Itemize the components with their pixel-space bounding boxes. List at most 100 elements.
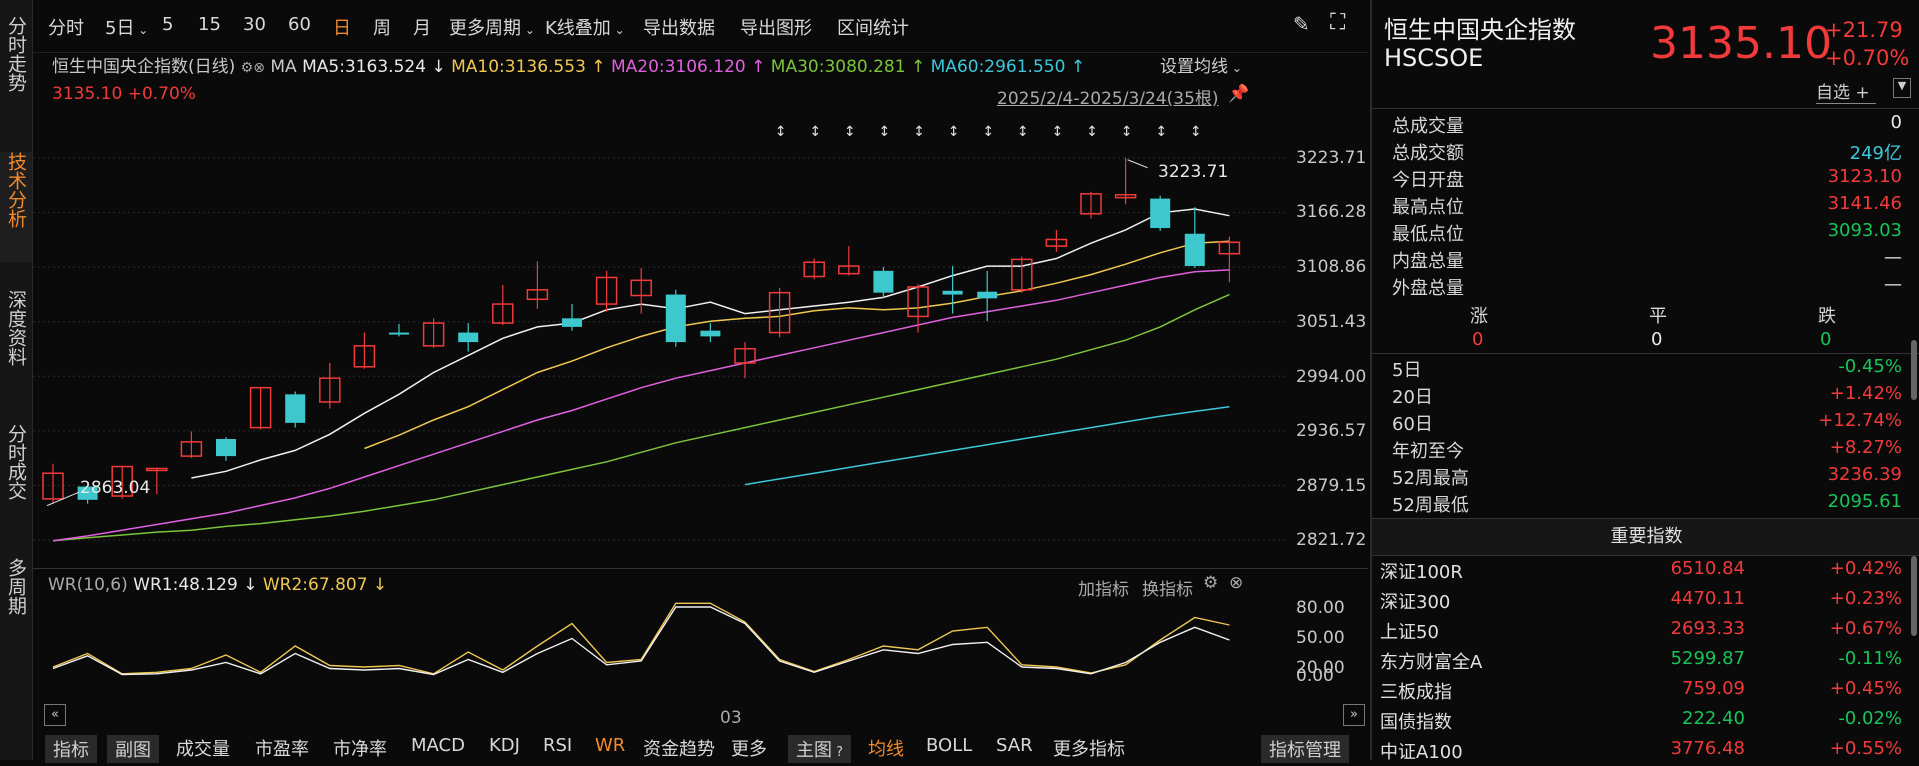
candle-body [873, 270, 894, 293]
candle-body [665, 294, 686, 343]
arrow-up-icon: ↑ [1065, 57, 1086, 77]
fav-dropdown-icon[interactable]: ▼ [1893, 78, 1911, 98]
perf-label: 52周最低 [1392, 495, 1469, 516]
tab-5min[interactable]: 5 [162, 14, 173, 35]
flat-label: 平 [1649, 306, 1667, 327]
signal-arrow-icon: ↕ [982, 124, 994, 140]
indicator-tab[interactable]: 指标 [45, 735, 97, 763]
tab-intraday[interactable]: 分时 [48, 14, 84, 40]
index-row-change: +0.45% [1829, 678, 1902, 699]
indicator-manage-button[interactable]: 指标管理 [1261, 735, 1349, 763]
index-row-change: +0.67% [1829, 618, 1902, 639]
stat-row: 今日开盘 3123.10 [1392, 166, 1902, 192]
sar-tab[interactable]: SAR [996, 735, 1033, 756]
tab-30min[interactable]: 30 [243, 14, 266, 35]
wr-chart[interactable] [33, 596, 1293, 696]
candle-body [977, 291, 998, 299]
add-favorite-button[interactable]: 自选 + [1816, 78, 1876, 104]
high-marker [1127, 159, 1148, 169]
boll-tab[interactable]: BOLL [926, 735, 972, 756]
index-row-price: 759.09 [1682, 678, 1745, 699]
wr-tab[interactable]: WR [595, 735, 625, 756]
nav-intraday-label: 分时走势 [5, 16, 27, 92]
signal-arrow-icon: ↕ [809, 124, 821, 140]
ma10-value: MA10:3136.553 [451, 57, 586, 77]
gear-icon[interactable]: ⚙ [241, 60, 254, 76]
tab-15min[interactable]: 15 [198, 14, 221, 35]
subchart-tab[interactable]: 副图 [107, 735, 159, 763]
ma-tab[interactable]: 均线 [868, 735, 904, 761]
index-row-name: 东方财富全A [1380, 652, 1483, 673]
signal-arrow-icon: ↕ [1190, 124, 1202, 140]
close-icon[interactable]: ⊗ [253, 60, 265, 76]
kdj-tab[interactable]: KDJ [489, 735, 520, 756]
signal-arrow-icon: ↕ [775, 124, 787, 140]
ma5-line [191, 208, 1230, 479]
export-data-button[interactable]: 导出数据 [643, 14, 715, 40]
scrollbar[interactable] [1911, 340, 1917, 400]
close-icon[interactable]: ⊗ [1229, 573, 1243, 593]
index-row[interactable]: 国债指数 222.40 -0.02% [1380, 708, 1910, 736]
stat-value: 3141.46 [1827, 193, 1902, 214]
nav-intraday[interactable]: 分时走势 [0, 16, 32, 126]
nav-multiperiod[interactable]: 多周期 [0, 558, 32, 643]
indicator-bar: 指标 副图 成交量 市盈率 市净率 MACD KDJ RSI WR 资金趋势 更… [33, 730, 1368, 763]
down-count: 0 [1820, 329, 1832, 350]
down-label: 跌 [1818, 306, 1836, 327]
perf-value: -0.45% [1838, 356, 1902, 377]
gear-icon[interactable]: ⚙ [1203, 573, 1218, 593]
tab-weekly[interactable]: 周 [373, 14, 391, 40]
index-row[interactable]: 三板成指 759.09 +0.45% [1380, 678, 1910, 706]
pb-tab[interactable]: 市净率 [333, 735, 387, 761]
pe-tab[interactable]: 市盈率 [255, 735, 309, 761]
nav-trades[interactable]: 分时成交 [0, 424, 32, 534]
export-graph-button[interactable]: 导出图形 [740, 14, 812, 40]
perf-label: 52周最高 [1392, 468, 1469, 489]
tab-60min[interactable]: 60 [288, 14, 311, 35]
pin-icon[interactable]: 📌 [1228, 84, 1249, 104]
wr2-value: WR2:67.807 [262, 575, 368, 595]
tab-5day-label: 5日 [105, 18, 135, 39]
candle-body [285, 394, 306, 423]
index-row-change: +0.42% [1829, 558, 1902, 579]
volume-tab[interactable]: 成交量 [176, 735, 230, 761]
signal-arrow-icon: ↕ [1121, 124, 1133, 140]
stat-value: — [1884, 247, 1902, 268]
signal-arrow-icon: ↕ [1017, 124, 1029, 140]
draw-pen-icon[interactable]: ✎ [1293, 12, 1310, 36]
date-range[interactable]: 2025/2/4-2025/3/24(35根) [997, 84, 1219, 109]
range-stats-button[interactable]: 区间统计 [837, 14, 909, 40]
perf-row: 52周最低 2095.61 [1392, 491, 1902, 517]
more-tab[interactable]: 更多 [731, 735, 767, 761]
fund-trend-tab[interactable]: 资金趋势 [643, 735, 715, 761]
tab-5day[interactable]: 5日 ⌄ [105, 14, 148, 40]
tab-monthly[interactable]: 月 [413, 14, 431, 40]
index-row[interactable]: 中证A100 3776.48 +0.55% [1380, 738, 1910, 766]
nav-depth[interactable]: 深度资料 [0, 290, 32, 400]
index-row-name: 中证A100 [1380, 742, 1463, 763]
set-ma-dropdown[interactable]: 设置均线 ⌄ [1160, 52, 1242, 77]
rsi-tab[interactable]: RSI [543, 735, 572, 756]
scroll-left-button[interactable]: « [44, 704, 66, 726]
signal-arrow-icon: ↕ [844, 124, 856, 140]
candle-body [1184, 233, 1205, 267]
main-chart-tab[interactable]: 主图 ? [788, 735, 852, 763]
stat-label: 今日开盘 [1392, 170, 1464, 191]
macd-tab[interactable]: MACD [411, 735, 465, 756]
tab-daily[interactable]: 日 [333, 14, 351, 40]
index-row[interactable]: 深证300 4470.11 +0.23% [1380, 588, 1910, 616]
stat-value: 3093.03 [1827, 220, 1902, 241]
nav-depth-label: 深度资料 [5, 290, 27, 366]
nav-technical[interactable]: 技术分析 [0, 152, 32, 262]
more-periods-dropdown[interactable]: 更多周期 ⌄ [449, 14, 535, 40]
index-row[interactable]: 东方财富全A 5299.87 -0.11% [1380, 648, 1910, 676]
index-row[interactable]: 深证100R 6510.84 +0.42% [1380, 558, 1910, 586]
scroll-right-button[interactable]: » [1343, 704, 1365, 726]
scrollbar[interactable] [1911, 556, 1917, 636]
index-row[interactable]: 上证50 2693.33 +0.67% [1380, 618, 1910, 646]
kline-overlay-dropdown[interactable]: K线叠加 ⌄ [545, 14, 625, 40]
more-indicators-tab[interactable]: 更多指标 [1053, 735, 1125, 761]
index-row-change: +0.55% [1829, 738, 1902, 759]
arrow-down-icon: ↓ [426, 57, 452, 77]
fullscreen-icon[interactable]: ⛶ [1330, 10, 1345, 35]
